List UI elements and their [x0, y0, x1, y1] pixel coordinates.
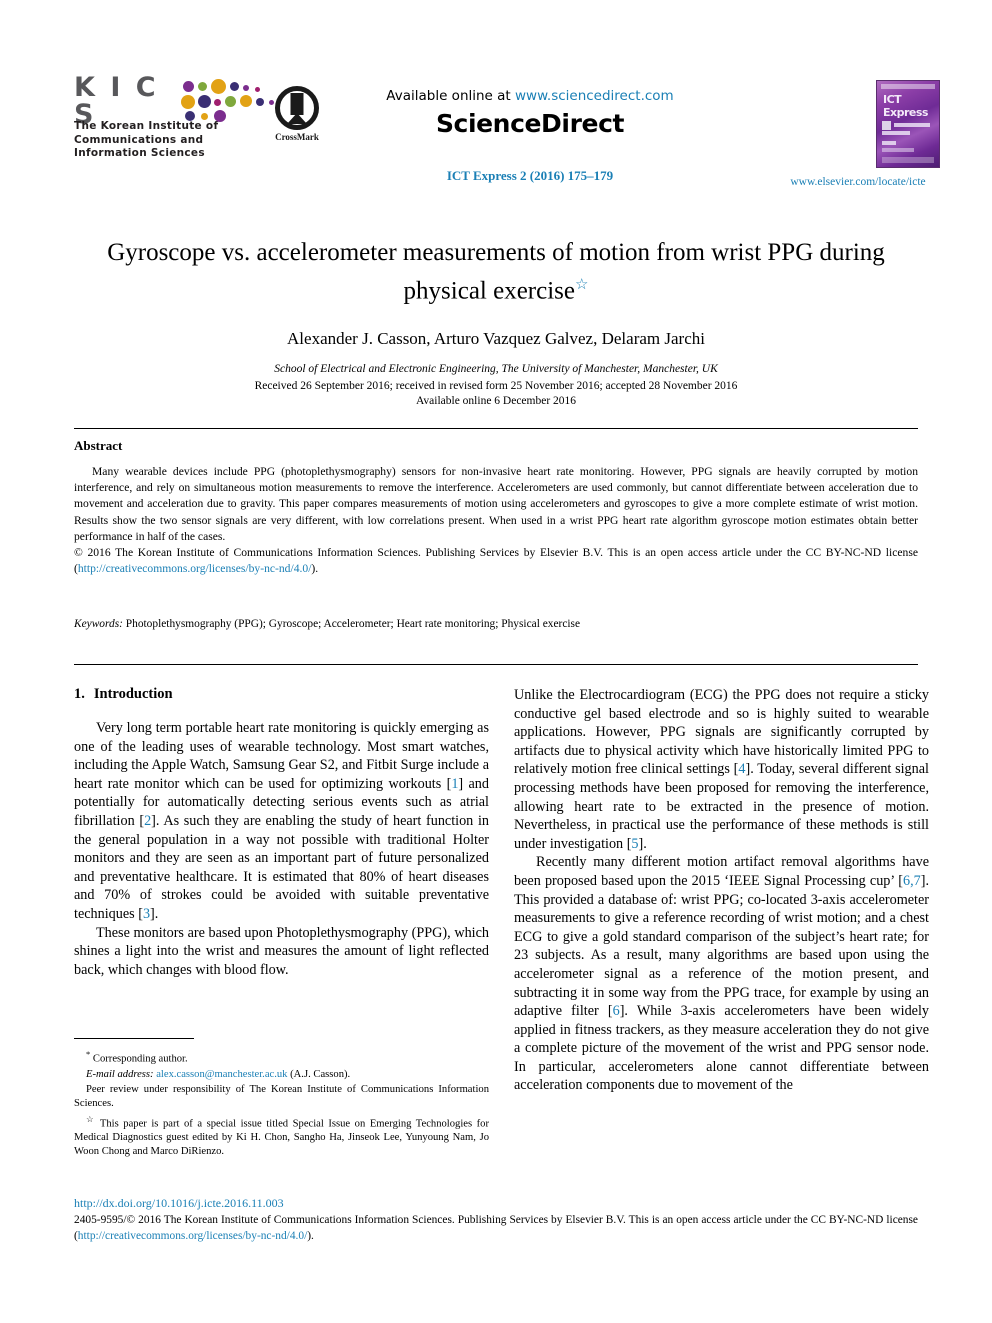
article-dates: Received 26 September 2016; received in … [90, 379, 902, 409]
email-link[interactable]: alex.casson@manchester.ac.uk [156, 1069, 287, 1080]
intro-paragraph-4: Recently many different motion artifact … [514, 853, 929, 1095]
keywords-bottom-rule [74, 664, 918, 665]
citation-6[interactable]: 6 [613, 1003, 620, 1019]
email-label: E-mail address: [86, 1068, 154, 1080]
footnote-peer-review: Peer review under responsibility of The … [74, 1083, 489, 1109]
intro-paragraph-3: Unlike the Electrocardiogram (ECG) the P… [514, 686, 929, 853]
cover-title: ICT Express [883, 93, 928, 119]
paper-page: K I C S The Korean Institute of Communic… [0, 0, 992, 1323]
intro-p4-b: ]. This provided a database of: wrist PP… [514, 872, 929, 1020]
section-number: 1. [74, 686, 85, 702]
abstract-paragraph: Many wearable devices include PPG (photo… [74, 465, 918, 543]
kics-subtitle-line-2: Communications and [74, 133, 204, 146]
footnote-special-issue: ☆ This paper is part of a special issue … [74, 1112, 489, 1160]
sciencedirect-wordmark: ScienceDirect [435, 109, 625, 138]
footnote-corresponding-author: * Corresponding author. [74, 1047, 489, 1067]
sciencedirect-link[interactable]: www.sciencedirect.com [515, 88, 674, 104]
intro-p1-a: Very long term portable heart rate monit… [74, 720, 489, 792]
email-suffix: (A.J. Casson). [287, 1068, 351, 1080]
intro-p3-c: ]. [638, 835, 647, 852]
footer-cc-license-link[interactable]: http://creativecommons.org/licenses/by-n… [78, 1230, 307, 1242]
abstract-copyright-post: ). [311, 562, 319, 576]
journal-reference: ICT Express 2 (2016) 175–179 [446, 168, 614, 183]
author-names: Alexander J. Casson, Arturo Vazquez Galv… [287, 329, 705, 349]
column-right: Unlike the Electrocardiogram (ECG) the P… [514, 686, 929, 1095]
intro-p1-d: ]. [150, 905, 159, 922]
title-footnote-marker[interactable]: ☆ [575, 277, 588, 293]
special-issue-marker: ☆ [86, 1113, 96, 1124]
body-columns: 1. Introduction Very long term portable h… [74, 686, 929, 1193]
cc-license-link[interactable]: http://creativecommons.org/licenses/by-n… [78, 562, 312, 575]
intro-paragraph-1: Very long term portable heart rate monit… [74, 719, 489, 924]
crossmark-label: CrossMark [275, 132, 319, 142]
title-block: Gyroscope vs. accelerometer measurements… [90, 236, 902, 409]
intro-p1-c: ]. As such they are enabling the study o… [74, 812, 489, 922]
intro-p4-a: Recently many different motion artifact … [514, 854, 929, 889]
corresponding-author-text: Corresponding author. [90, 1053, 188, 1065]
paper-title: Gyroscope vs. accelerometer measurements… [90, 236, 902, 307]
elsevier-locate-link[interactable]: www.elsevier.com/locate/icte [768, 176, 948, 188]
crossmark-logo[interactable]: CrossMark [262, 86, 332, 142]
intro-paragraph-2: These monitors are based upon Photopleth… [74, 924, 489, 978]
affiliation: School of Electrical and Electronic Engi… [274, 363, 718, 376]
citation-6-7[interactable]: 6,7 [903, 873, 921, 889]
footer-copyright: 2405-9595/© 2016 The Korean Institute of… [74, 1213, 918, 1244]
author-list: Alexander J. Casson, Arturo Vazquez Galv… [90, 329, 902, 349]
available-online-date: Available online 6 December 2016 [415, 395, 577, 408]
available-online-line: Available online at www.sciencedirect.co… [330, 88, 730, 104]
abstract-copyright: © 2016 The Korean Institute of Communica… [74, 545, 918, 577]
received-dates: Received 26 September 2016; received in … [254, 380, 738, 393]
kics-subtitle: The Korean Institute of Communications a… [74, 120, 244, 161]
doi-link[interactable]: http://dx.doi.org/10.1016/j.icte.2016.11… [74, 1196, 284, 1210]
citation-3[interactable]: 3 [143, 906, 150, 922]
page-footer: http://dx.doi.org/10.1016/j.icte.2016.11… [74, 1196, 918, 1244]
footnote-email: E-mail address: alex.casson@manchester.a… [74, 1068, 489, 1082]
sciencedirect-block: Available online at www.sciencedirect.co… [330, 88, 730, 138]
available-online-prefix: Available online at [386, 88, 516, 104]
keywords-line: Keywords: Photoplethysmography (PPG); Gy… [74, 618, 918, 630]
kics-wordmark: K I C S [74, 74, 275, 128]
section-title: Introduction [93, 686, 173, 702]
keywords-value: Photoplethysmography (PPG); Gyroscope; A… [122, 618, 581, 630]
keywords-label: Keywords: [74, 618, 123, 630]
footnotes-block: * Corresponding author. E-mail address: … [74, 1038, 489, 1160]
kics-dots-icon [181, 79, 275, 123]
crossmark-icon [275, 86, 319, 130]
paper-title-text: Gyroscope vs. accelerometer measurements… [107, 239, 885, 305]
masthead: K I C S The Korean Institute of Communic… [0, 72, 992, 202]
citation-5[interactable]: 5 [631, 836, 638, 852]
doi-line[interactable]: http://dx.doi.org/10.1016/j.icte.2016.11… [74, 1196, 918, 1211]
column-left: 1. Introduction Very long term portable h… [74, 686, 489, 1157]
footnote-rule [74, 1038, 194, 1039]
kics-subtitle-line-3: Information Sciences [74, 147, 205, 159]
abstract-heading: Abstract [74, 438, 123, 453]
abstract-block: Abstract Many wearable devices include P… [74, 438, 918, 577]
special-issue-text: This paper is part of a special issue ti… [74, 1118, 490, 1158]
elsevier-locate-anchor[interactable]: www.elsevier.com/locate/icte [790, 176, 925, 188]
kics-logo: K I C S The Korean Institute of Communic… [74, 74, 275, 161]
abstract-top-rule [74, 428, 918, 429]
journal-cover-thumbnail[interactable]: ICT Express [876, 80, 940, 168]
footer-copyright-post: ). [307, 1229, 314, 1242]
section-heading-introduction: 1. Introduction [74, 686, 489, 703]
